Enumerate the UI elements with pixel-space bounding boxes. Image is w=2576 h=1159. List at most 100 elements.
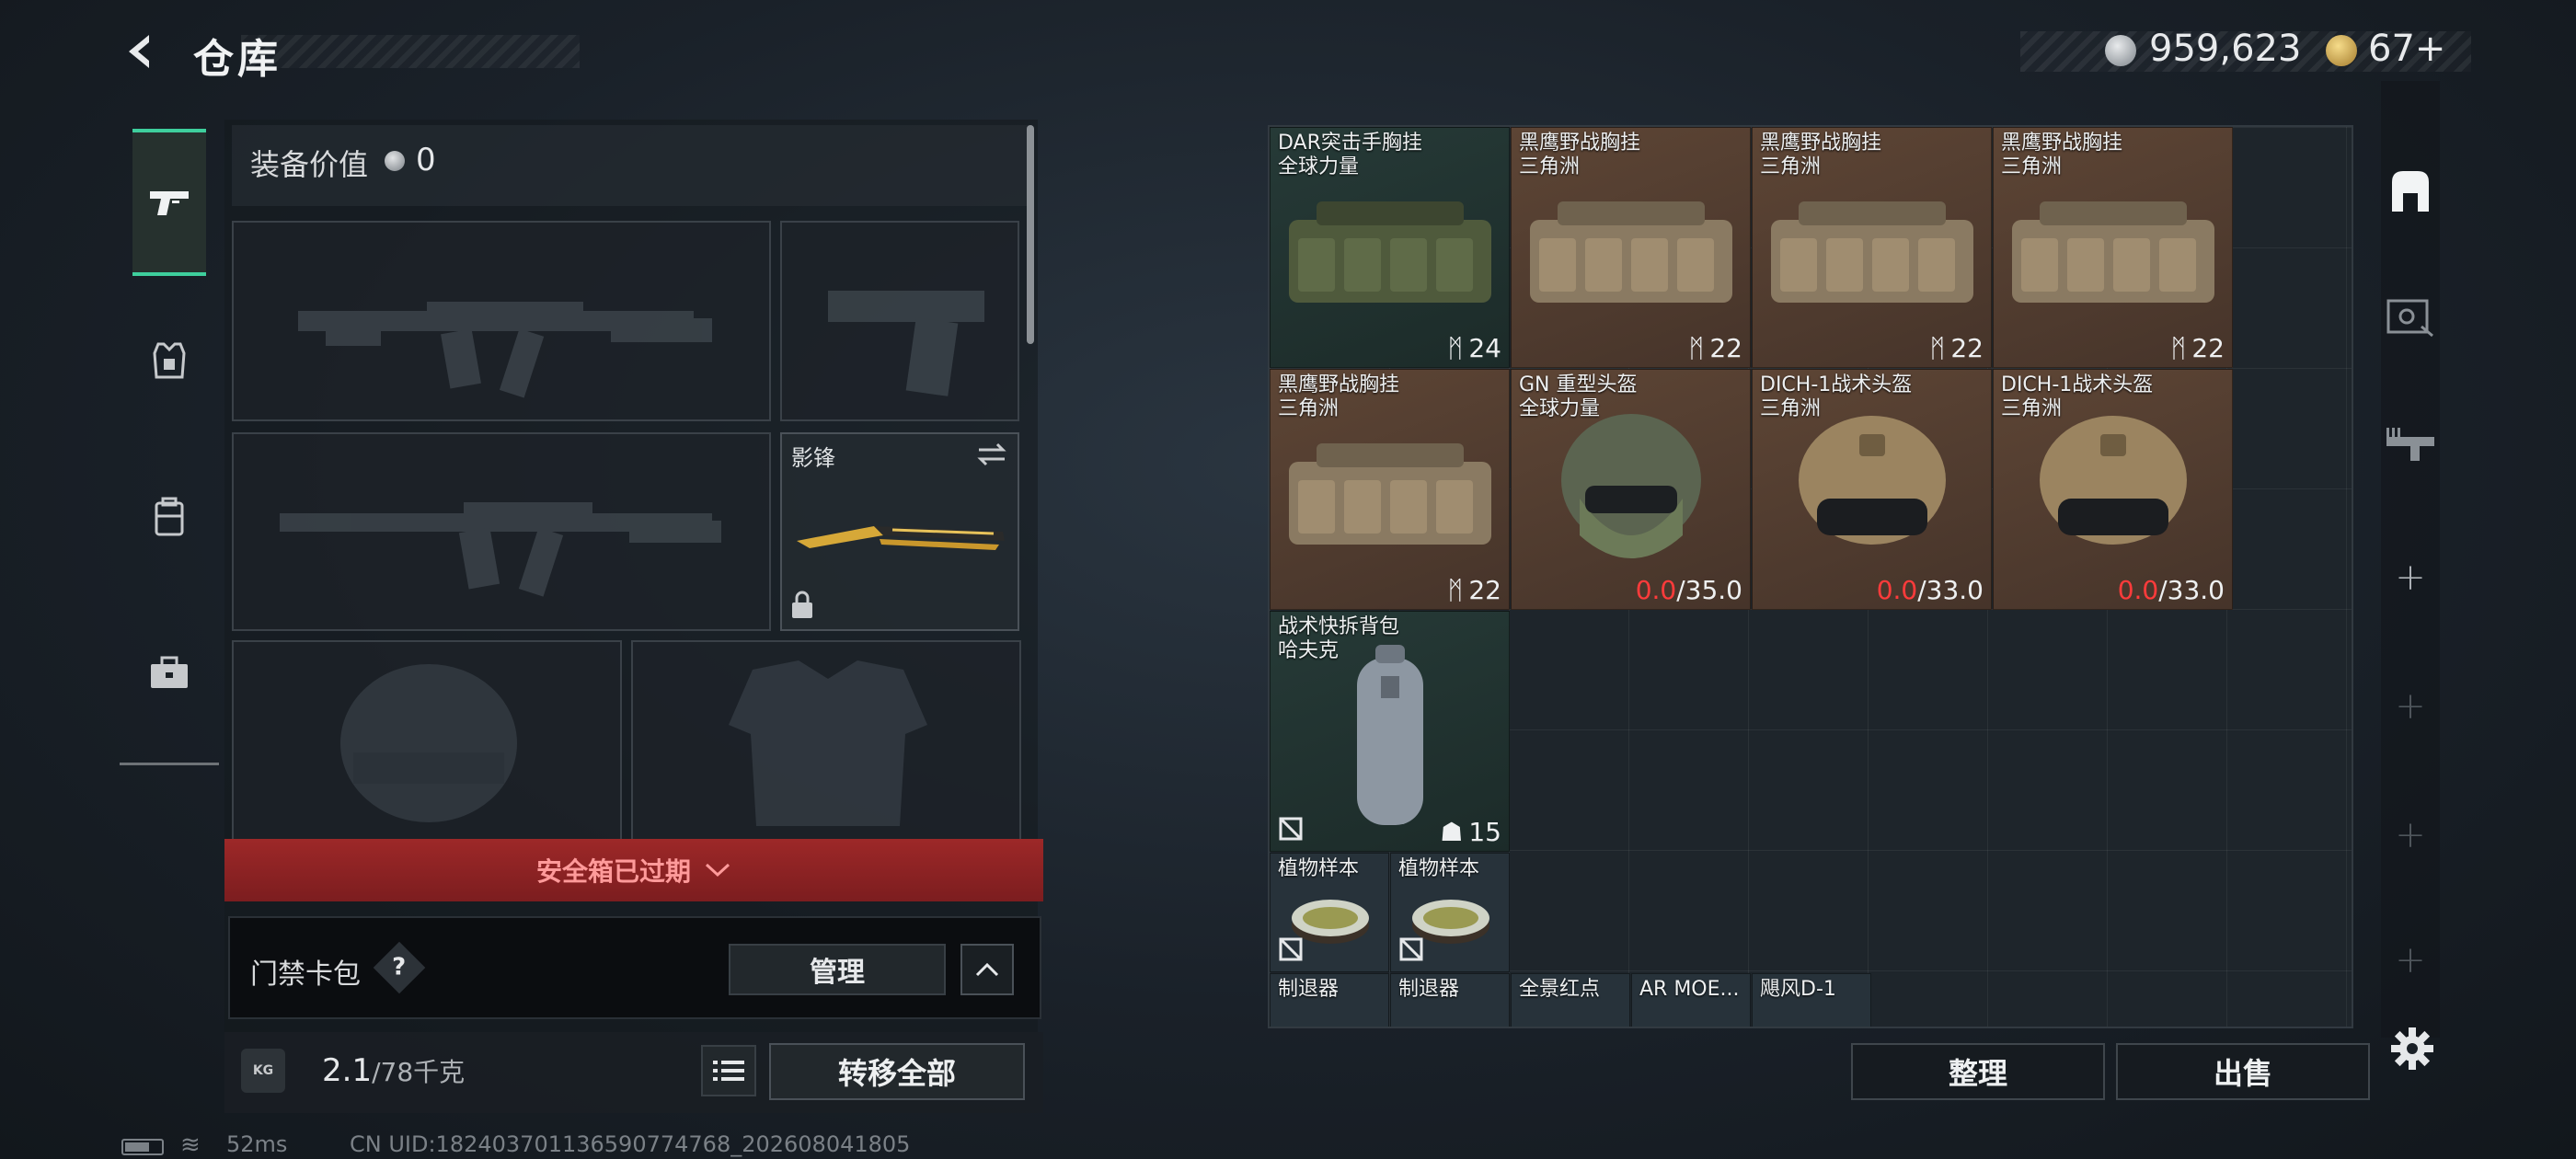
item-durability: 0.0/35.0: [1635, 575, 1742, 605]
gun-rack-icon: [2386, 428, 2434, 461]
sort-button[interactable]: 整理: [1851, 1043, 2105, 1100]
item-name: 黑鹰野战胸挂: [1519, 132, 1641, 155]
stash-item-attachment[interactable]: 制退器: [1270, 973, 1389, 1027]
stash-item-chest-rig[interactable]: 黑鹰野战胸挂 三角洲 ᛗ 22: [1270, 369, 1510, 610]
manage-button[interactable]: 管理: [729, 944, 946, 995]
chevron-up-icon: [975, 962, 999, 977]
transfer-all-button[interactable]: 转移全部: [769, 1043, 1025, 1100]
title-bar-stripe: [241, 35, 580, 68]
safe-box-expired-text: 安全箱已过期: [535, 856, 691, 887]
chest-rig-image: [1530, 201, 1732, 303]
sell-button[interactable]: 出售: [2116, 1043, 2370, 1100]
expand-button[interactable]: [960, 944, 1014, 995]
category-tabs: [120, 116, 219, 765]
grid-size-icon: ᛗ: [1929, 333, 1946, 363]
item-name: 黑鹰野战胸挂: [1278, 373, 1400, 396]
stash-item-chest-rig[interactable]: 黑鹰野战胸挂 三角洲 ᛗ 22: [1511, 127, 1751, 368]
item-count: ᛗ 22: [2170, 333, 2225, 363]
body-armor-slot[interactable]: [631, 640, 1021, 843]
keycard-wallet-label: 门禁卡包: [250, 958, 361, 991]
item-name: 黑鹰野战胸挂: [2001, 132, 2123, 155]
item-faction: 三角洲: [1519, 155, 1581, 178]
item-name: 飓风D-1: [1760, 978, 1836, 1001]
melee-slot[interactable]: 影锋: [780, 432, 1019, 631]
wifi-icon: ≋: [180, 1131, 201, 1159]
gold-coin-icon[interactable]: [2326, 35, 2357, 66]
chevron-down-icon: [705, 863, 730, 878]
list-view-button[interactable]: [701, 1045, 756, 1096]
gold-currency-value[interactable]: 67+: [2368, 28, 2445, 70]
settings-button[interactable]: [2386, 1023, 2438, 1074]
stash-item-helmet[interactable]: DICH-1战术头盔 三角洲 0.0/33.0: [1752, 369, 1992, 610]
stash-item-helmet[interactable]: DICH-1战术头盔 三角洲 0.0/33.0: [1993, 369, 2233, 610]
stash-item-helmet[interactable]: GN 重型头盔 全球力量 0.0/35.0: [1511, 369, 1751, 610]
stash-grid[interactable]: DAR突击手胸挂 全球力量 ᛗ 24 黑鹰野战胸挂 三角洲 ᛗ 22 黑鹰野战胸挂 三角洲…: [1268, 125, 2353, 1028]
plus-icon: +: [2395, 814, 2426, 856]
stash-item-backpack[interactable]: 战术快拆背包 哈夫克 ☗ 15: [1270, 611, 1510, 852]
secondary-weapon-slot[interactable]: [232, 432, 771, 631]
stash-item-attachment[interactable]: 飓风D-1: [1752, 973, 1871, 1027]
item-faction: 三角洲: [1760, 155, 1822, 178]
stash-item-chest-rig[interactable]: DAR突击手胸挂 全球力量 ᛗ 24: [1270, 127, 1510, 368]
weight-readout: 2.1/78千克: [322, 1052, 465, 1089]
add-stash-tab-button[interactable]: +: [2381, 931, 2440, 990]
stash-item-plant-sample[interactable]: 植物样本: [1390, 853, 1510, 972]
tab-armor[interactable]: [132, 287, 206, 434]
stash-item-attachment[interactable]: 制退器: [1390, 973, 1510, 1027]
stash-tab-main[interactable]: [2381, 162, 2440, 221]
item-faction: 三角洲: [2001, 397, 2063, 420]
stash-item-chest-rig[interactable]: 黑鹰野战胸挂 三角洲 ᛗ 22: [1752, 127, 1992, 368]
stash-item-chest-rig[interactable]: 黑鹰野战胸挂 三角洲 ᛗ 22: [1993, 127, 2233, 368]
stash-item-plant-sample[interactable]: 植物样本: [1270, 853, 1389, 972]
chest-rig-image: [2012, 201, 2214, 303]
capacity-icon: ☗: [1440, 817, 1464, 847]
weight-capacity: /78千克: [372, 1057, 466, 1087]
stash-item-attachment[interactable]: 全景红点: [1511, 973, 1630, 1027]
item-faction: 三角洲: [1760, 397, 1822, 420]
add-stash-tab-button[interactable]: +: [2381, 806, 2440, 865]
equipment-scrollbar[interactable]: [1027, 125, 1034, 344]
current-weight: 2.1: [322, 1052, 373, 1089]
pistol-slot[interactable]: [780, 221, 1019, 421]
item-name: 黑鹰野战胸挂: [1760, 132, 1882, 155]
item-faction: 哈夫克: [1278, 639, 1340, 662]
stash-tab-3[interactable]: [2381, 416, 2440, 475]
silver-coin-icon: [385, 151, 405, 171]
chest-rig-image: [1289, 443, 1491, 545]
item-durability: 0.0/33.0: [1876, 575, 1984, 605]
equipment-value-label: 装备价值: [250, 147, 369, 182]
plus-icon: +: [2395, 685, 2426, 728]
toolbox-icon: [151, 656, 188, 688]
item-count: ᛗ 24: [1447, 333, 1501, 363]
stash-tab-2[interactable]: [2381, 287, 2440, 346]
item-count: ᛗ 22: [1929, 333, 1984, 363]
add-stash-tab-button[interactable]: +: [2381, 548, 2440, 607]
primary-weapon-slot[interactable]: [232, 221, 771, 421]
gear-icon: [2391, 1027, 2433, 1070]
lock-icon: [789, 591, 815, 624]
back-arrow-icon: [129, 35, 149, 68]
list-icon: [713, 1061, 744, 1081]
tab-toolbox[interactable]: [132, 600, 206, 747]
tab-backpack[interactable]: [132, 443, 206, 591]
item-name: 植物样本: [1278, 857, 1360, 880]
grid-size-icon: ᛗ: [2170, 333, 2187, 363]
helmet-slot[interactable]: [232, 640, 622, 843]
swap-icon[interactable]: [975, 442, 1008, 471]
page-title: 仓库: [193, 36, 282, 83]
rifle-silhouette-icon: [280, 502, 721, 597]
helmet-image: [1799, 416, 1946, 545]
battery-icon: [121, 1139, 164, 1155]
safe-box-expired-banner[interactable]: 安全箱已过期: [224, 839, 1043, 901]
helmet-image: [1561, 414, 1701, 558]
no-trade-icon: [1278, 816, 1304, 845]
item-name: GN 重型头盔: [1519, 373, 1638, 396]
back-button[interactable]: [118, 28, 166, 75]
ping-readout: 52ms: [226, 1131, 288, 1157]
tab-weapons[interactable]: [132, 129, 206, 276]
add-stash-tab-button[interactable]: +: [2381, 677, 2440, 736]
item-count: ☗ 15: [1440, 817, 1501, 847]
item-name: DICH-1战术头盔: [2001, 373, 2154, 396]
stash-item-attachment[interactable]: AR MOE...: [1631, 973, 1751, 1027]
grid-size-icon: ᛗ: [1447, 333, 1464, 363]
